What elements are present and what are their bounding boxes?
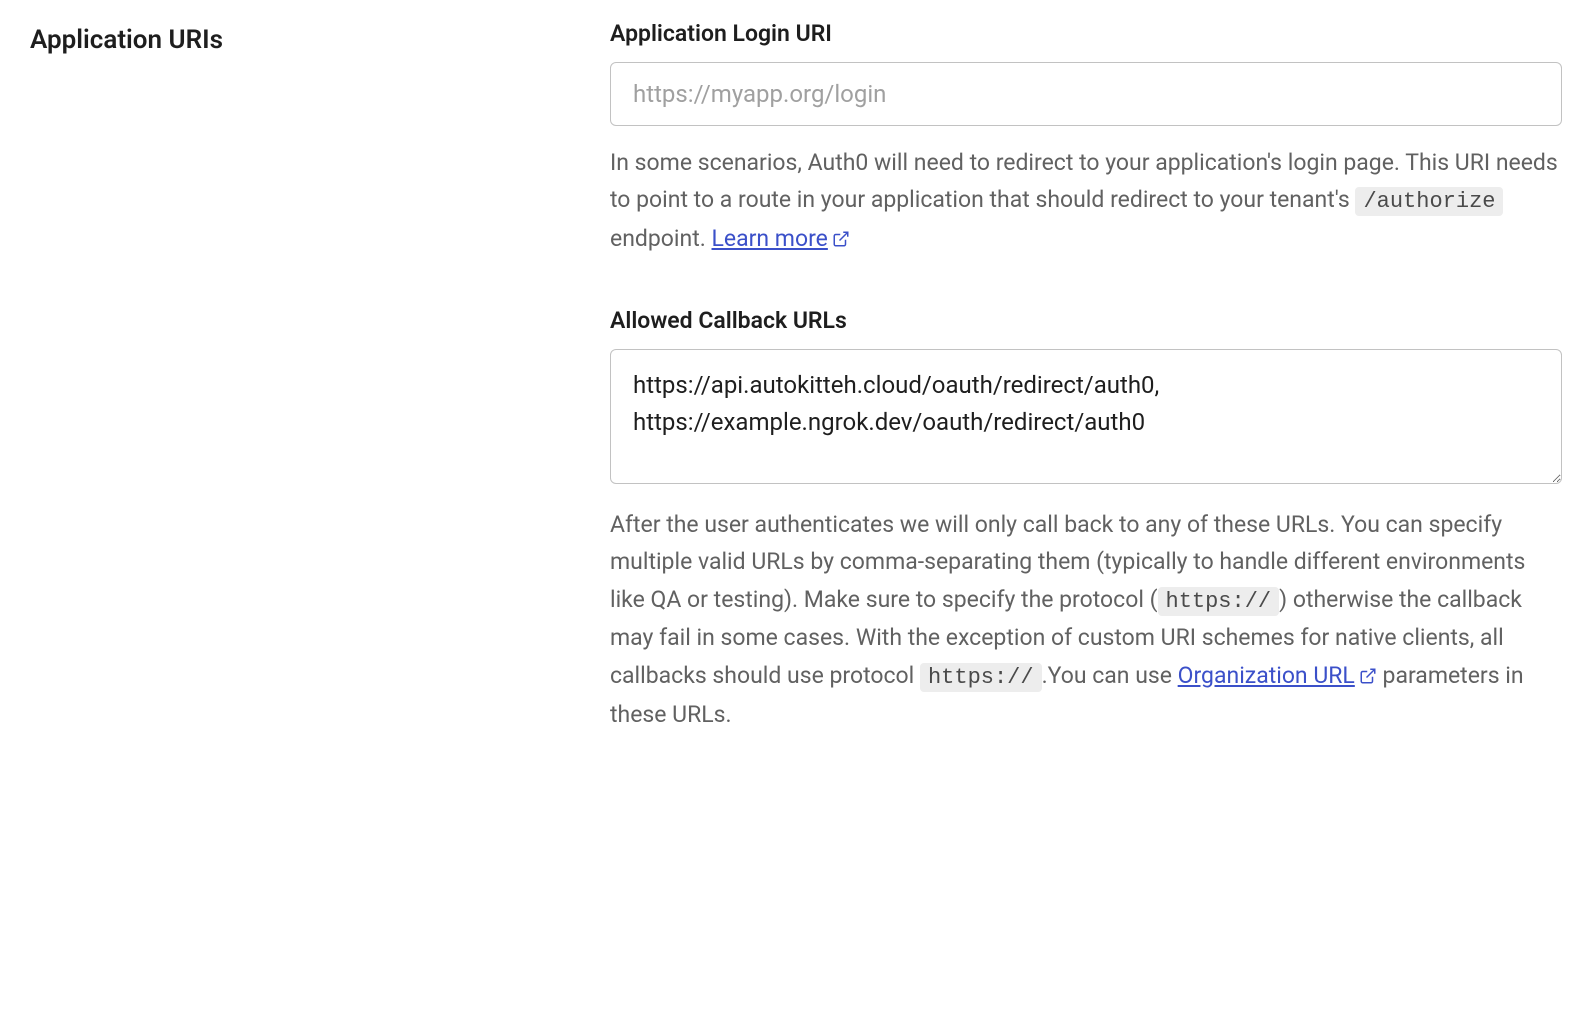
organization-url-link[interactable]: Organization URL [1178, 662, 1377, 689]
external-link-icon [832, 222, 850, 259]
application-login-uri-input[interactable] [610, 62, 1562, 126]
application-login-uri-group: Application Login URI In some scenarios,… [610, 20, 1562, 259]
section-label-column: Application URIs [30, 20, 570, 781]
application-login-uri-label: Application Login URI [610, 20, 1562, 47]
learn-more-link[interactable]: Learn more [712, 225, 850, 252]
https-code: https:// [920, 663, 1042, 692]
help-text-segment: .You can use [1042, 662, 1178, 689]
external-link-icon [1359, 659, 1377, 696]
learn-more-text: Learn more [712, 225, 828, 252]
application-login-uri-help: In some scenarios, Auth0 will need to re… [610, 144, 1562, 259]
allowed-callback-urls-label: Allowed Callback URLs [610, 307, 1562, 334]
organization-url-text: Organization URL [1178, 662, 1355, 689]
help-text-segment: endpoint. [610, 225, 712, 252]
fields-column: Application Login URI In some scenarios,… [610, 20, 1562, 781]
allowed-callback-urls-help: After the user authenticates we will onl… [610, 506, 1562, 733]
https-code: https:// [1158, 587, 1280, 616]
application-uris-section: Application URIs Application Login URI I… [30, 20, 1562, 781]
allowed-callback-urls-input[interactable] [610, 349, 1562, 484]
authorize-code: /authorize [1355, 187, 1503, 216]
allowed-callback-urls-group: Allowed Callback URLs After the user aut… [610, 307, 1562, 733]
section-heading: Application URIs [30, 25, 570, 55]
